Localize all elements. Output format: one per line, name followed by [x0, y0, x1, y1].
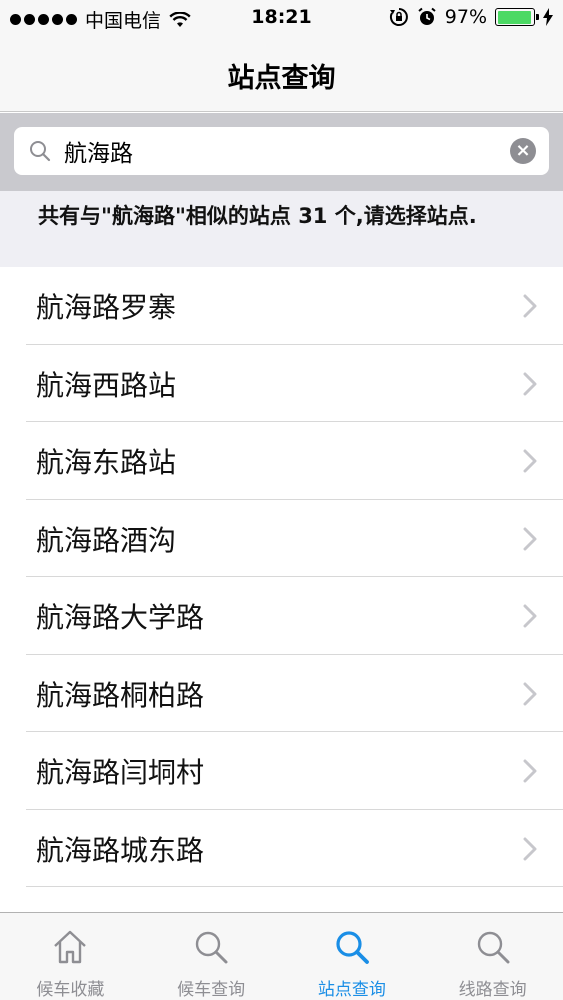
station-name: 航海路罗寨 — [36, 291, 177, 324]
tab-4[interactable]: 线路查询 — [422, 913, 563, 1000]
tab-2[interactable]: 候车查询 — [141, 913, 282, 1000]
chevron-right-icon — [523, 682, 537, 705]
screen: 中国电信 18:21 97% 站点查询 航海路 × 共有与"航海路"相似的站点 … — [0, 0, 563, 1000]
station-list: 航海路罗寨 航海西路站 航海东路站 航海路酒沟 航海路大学路 航海路桐柏路 航海路闫垌村 航海… — [0, 267, 563, 912]
search-icon — [336, 931, 369, 964]
station-name: 航海西路站 — [36, 368, 177, 402]
chevron-right-icon — [523, 294, 537, 318]
search-input[interactable] — [64, 131, 504, 171]
tab-3[interactable]: 站点查询 — [282, 913, 423, 1000]
rotation-lock-icon — [389, 8, 408, 26]
battery-percent: 97% — [444, 6, 487, 28]
station-name: 航海路酒沟 — [36, 523, 177, 557]
chevron-right-icon — [523, 837, 537, 860]
station-name: 航海路城东路 — [36, 833, 205, 867]
status-bar: 中国电信 18:21 97% — [0, 0, 563, 38]
list-item[interactable]: 航海路航空港 — [26, 887, 563, 912]
battery-icon — [495, 8, 539, 26]
close-icon: × — [515, 140, 531, 161]
station-name: 航海路闫垌村 — [36, 756, 205, 789]
status-right: 97% — [389, 6, 553, 28]
tab-bar: 候车收藏 候车查询 站点查询 线路查询 — [0, 912, 563, 1000]
tab-1[interactable]: 候车收藏 — [0, 913, 141, 1000]
alarm-clock-icon — [418, 7, 436, 25]
station-name: 航海路大学路 — [36, 601, 205, 634]
search-area: × — [0, 113, 563, 191]
list-item[interactable]: 航海东路站 — [26, 422, 563, 500]
chevron-right-icon — [523, 449, 537, 473]
list-item[interactable]: 航海路酒沟 — [26, 500, 563, 577]
chevron-right-icon — [523, 527, 537, 550]
list-item[interactable]: 航海西路站 — [26, 345, 563, 422]
search-box[interactable]: × — [14, 127, 549, 175]
charging-bolt-icon — [543, 8, 553, 26]
search-icon — [195, 931, 228, 964]
list-item[interactable]: 航海路大学路 — [26, 577, 563, 655]
tab-label: 线路查询 — [458, 980, 527, 1000]
nav-bar: 站点查询 — [0, 38, 563, 112]
search-icon — [30, 141, 51, 162]
chevron-right-icon — [523, 372, 537, 395]
tab-label: 候车收藏 — [36, 980, 105, 1000]
page-title: 站点查询 — [227, 63, 336, 94]
home-icon — [54, 930, 87, 964]
tab-label: 候车查询 — [177, 980, 246, 1000]
chevron-right-icon — [523, 604, 537, 628]
chevron-right-icon — [523, 759, 537, 783]
list-item[interactable]: 航海路罗寨 — [26, 267, 563, 345]
station-name: 航海路桐柏路 — [36, 678, 205, 712]
search-icon — [477, 931, 510, 964]
clear-search-button[interactable]: × — [510, 138, 536, 164]
station-name: 航海东路站 — [36, 446, 177, 479]
tab-label: 站点查询 — [317, 980, 386, 1000]
list-item[interactable]: 航海路城东路 — [26, 810, 563, 887]
battery-level — [497, 10, 532, 24]
list-item[interactable]: 航海路桐柏路 — [26, 655, 563, 732]
result-info: 共有与"航海路"相似的站点 31 个,请选择站点. — [0, 191, 563, 267]
list-item[interactable]: 航海路闫垌村 — [26, 732, 563, 810]
